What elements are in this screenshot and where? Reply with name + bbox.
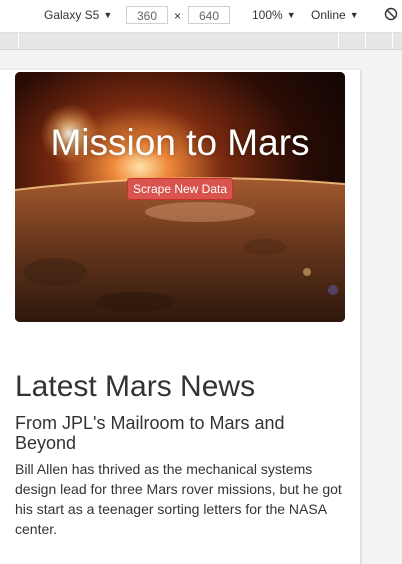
caret-down-icon: ▼ <box>103 10 113 20</box>
device-viewport: Mission to Mars Scrape New Data Latest M… <box>0 70 360 564</box>
media-query-bar[interactable] <box>0 33 402 50</box>
network-select[interactable]: Online ▼ <box>311 8 359 22</box>
ruler-tick <box>392 33 393 49</box>
ruler-tick <box>18 33 19 49</box>
zoom-select[interactable]: 100% ▼ <box>252 8 296 22</box>
page-title: Mission to Mars <box>50 122 310 163</box>
zoom-label: 100% <box>252 8 283 22</box>
ruler-tick <box>365 33 366 49</box>
ruler-tick <box>338 33 339 49</box>
width-input[interactable]: 360 <box>126 6 168 24</box>
network-label: Online <box>311 8 346 22</box>
scrape-button[interactable]: Scrape New Data <box>127 178 233 200</box>
news-title: From JPL's Mailroom to Mars and Beyond <box>15 413 285 453</box>
news-paragraph: Bill Allen has thrived as the mechanical… <box>15 461 342 537</box>
dimension-separator: × <box>174 9 182 23</box>
device-toolbar: Galaxy S5 ▼ 360 × 640 100% ▼ Online ▼ <box>0 0 402 33</box>
rotate-icon[interactable] <box>384 7 398 24</box>
device-select[interactable]: Galaxy S5 ▼ <box>44 8 112 22</box>
caret-down-icon: ▼ <box>349 10 359 20</box>
caret-down-icon: ▼ <box>286 10 296 20</box>
jumbotron: Mission to Mars Scrape New Data <box>15 72 345 322</box>
section-heading: Latest Mars News <box>15 370 256 403</box>
device-label: Galaxy S5 <box>44 8 100 22</box>
height-input[interactable]: 640 <box>188 6 230 24</box>
